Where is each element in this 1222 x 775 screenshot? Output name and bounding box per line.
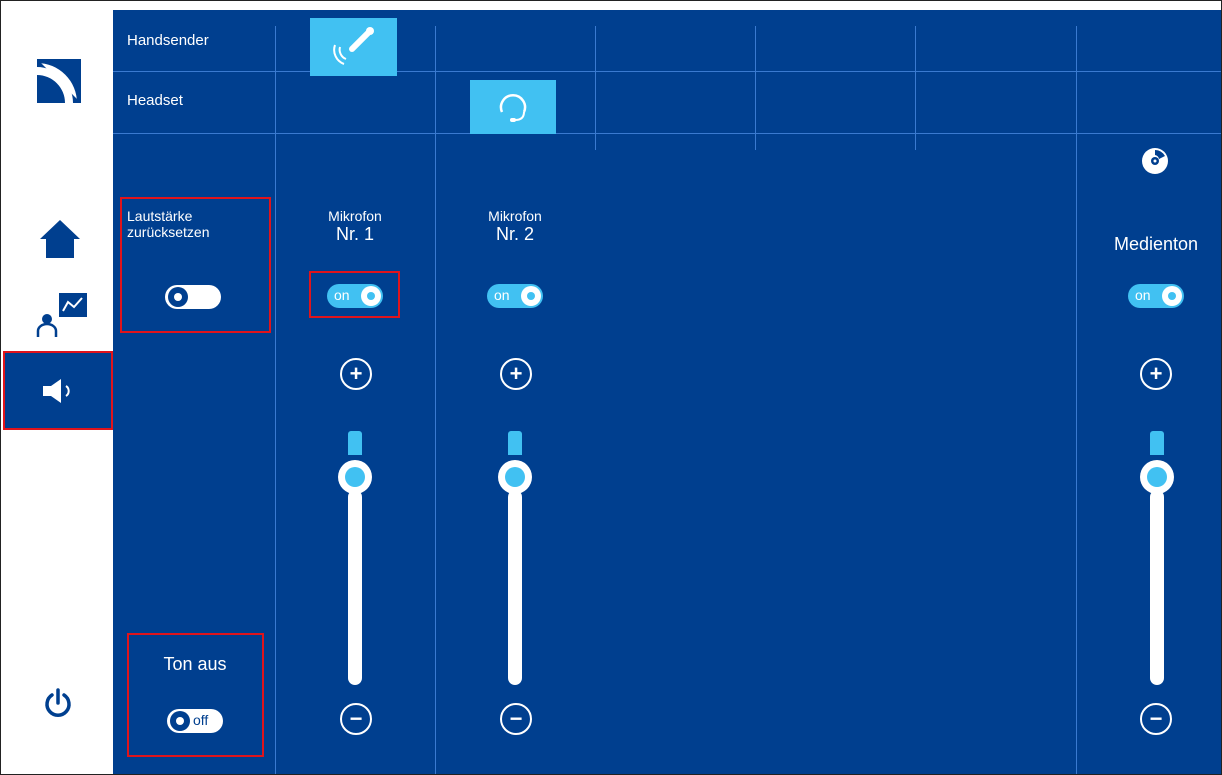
volume-slider[interactable]: [508, 490, 522, 685]
headset-label: Headset: [127, 92, 183, 109]
microphone-icon: [332, 27, 374, 65]
slider-level: [508, 431, 522, 455]
toggle-state-label: on: [494, 287, 510, 303]
column-divider: [435, 26, 436, 774]
volume-slider[interactable]: [348, 490, 362, 685]
audio-panel: Handsender Headset Lautstärke zurücksetz…: [113, 10, 1221, 774]
headset-tile[interactable]: [470, 80, 556, 134]
channel-toggle[interactable]: on: [487, 284, 543, 308]
slider-knob[interactable]: [498, 460, 532, 494]
divider: [113, 133, 1221, 134]
volume-down-button[interactable]: −: [500, 703, 532, 735]
logo-icon: [37, 59, 81, 103]
disc-icon: [1141, 147, 1169, 175]
channel-title: Medienton: [1113, 234, 1199, 254]
column-divider: [275, 26, 276, 774]
presenter-icon[interactable]: [35, 291, 91, 339]
column-divider: [915, 26, 916, 150]
toggle-state-label: on: [1135, 287, 1151, 303]
handsender-tile[interactable]: [310, 18, 397, 76]
speaker-highlight: [3, 351, 113, 430]
volume-down-button[interactable]: −: [340, 703, 372, 735]
toggle-knob: [521, 286, 541, 306]
volume-up-button[interactable]: +: [500, 358, 532, 390]
channel-title: Mikrofon Nr. 2: [488, 208, 542, 244]
volume-slider[interactable]: [1150, 490, 1164, 685]
channel-toggle[interactable]: on: [1128, 284, 1184, 308]
handsender-label: Handsender: [127, 32, 209, 49]
power-icon[interactable]: [43, 687, 73, 719]
slider-level: [348, 431, 362, 455]
reset-highlight: [120, 197, 271, 333]
slider-knob[interactable]: [338, 460, 372, 494]
column-divider: [595, 26, 596, 150]
volume-up-button[interactable]: +: [1140, 358, 1172, 390]
column-divider: [1076, 26, 1077, 774]
toggle-knob: [1162, 286, 1182, 306]
home-icon[interactable]: [39, 219, 81, 259]
divider: [113, 71, 1221, 72]
channel-title: Mikrofon Nr. 1: [328, 208, 382, 244]
headset-icon: [499, 94, 527, 122]
mute-highlight: [127, 633, 264, 757]
column-divider: [755, 26, 756, 150]
slider-knob[interactable]: [1140, 460, 1174, 494]
toggle-highlight: [309, 271, 400, 318]
volume-up-button[interactable]: +: [340, 358, 372, 390]
volume-down-button[interactable]: −: [1140, 703, 1172, 735]
slider-level: [1150, 431, 1164, 455]
